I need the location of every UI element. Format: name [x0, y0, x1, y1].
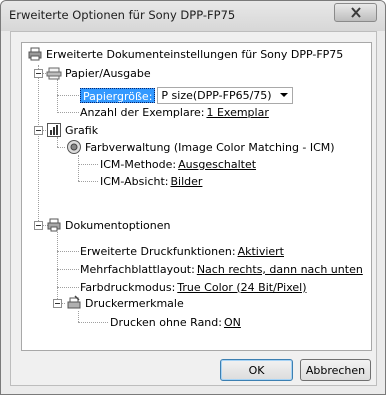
- collapse-toggle-document[interactable]: [34, 221, 43, 230]
- icm-intent-label: ICM-Absicht:: [100, 174, 169, 188]
- ok-button[interactable]: OK: [220, 359, 293, 381]
- tree-item-root[interactable]: Erweiterte Dokumenteinstellungen für Son…: [27, 46, 343, 62]
- color-mode-label: Farbdruckmodus:: [80, 280, 176, 294]
- tree-line: [57, 112, 79, 113]
- color-mode-value-link[interactable]: True Color (24 Bit/Pixel): [177, 281, 306, 294]
- tree-line: [38, 65, 39, 225]
- tree-item-printer-features[interactable]: Druckermerkmale: [66, 295, 184, 311]
- tree-item-paper-size[interactable]: Papiergröße: P size(DPP-FP65/75): [80, 86, 293, 104]
- tree-item-color-mode[interactable]: Farbdruckmodus: True Color (24 Bit/Pixel…: [80, 279, 307, 295]
- tree-line: [57, 251, 79, 252]
- paper-size-value: P size(DPP-FP65/75): [161, 88, 272, 102]
- title-bar[interactable]: Erweiterte Optionen für Sony DPP-FP75: [1, 1, 385, 31]
- paper-size-select[interactable]: P size(DPP-FP65/75): [157, 86, 293, 104]
- color-management-icon: [67, 140, 81, 154]
- advanced-features-value-link[interactable]: Aktiviert: [238, 245, 284, 258]
- close-button[interactable]: [334, 3, 377, 22]
- window-title: Erweiterte Optionen für Sony DPP-FP75: [9, 8, 236, 22]
- cancel-button[interactable]: Abbrechen: [300, 359, 371, 381]
- paper-size-label: Papiergröße:: [80, 87, 156, 103]
- icm-method-label: ICM-Methode:: [100, 157, 177, 171]
- collapse-toggle-paper[interactable]: [34, 69, 43, 78]
- copies-value-link[interactable]: 1 Exemplar: [206, 106, 268, 119]
- tree-line: [78, 181, 98, 182]
- tree-item-icm-intent[interactable]: ICM-Absicht: Bilder: [100, 173, 202, 189]
- tree-item-color-management[interactable]: Farbverwaltung (Image Color Matching - I…: [66, 139, 335, 155]
- tree-item-paper-output[interactable]: Papier/Ausgabe: [46, 65, 151, 81]
- options-tree[interactable]: Erweiterte Dokumenteinstellungen für Son…: [21, 42, 372, 351]
- icm-method-value-link[interactable]: Ausgeschaltet: [178, 158, 256, 171]
- tree-line: [57, 232, 58, 287]
- borderless-label: Drucken ohne Rand:: [110, 315, 222, 329]
- tree-line: [57, 95, 79, 96]
- tree-item-advanced-features[interactable]: Erweiterte Druckfunktionen: Aktiviert: [80, 243, 284, 259]
- chevron-down-icon: [279, 93, 288, 97]
- tree-line: [57, 137, 58, 147]
- dialog-client-area: Erweiterte Dokumenteinstellungen für Son…: [10, 31, 377, 386]
- tree-item-label: Grafik: [65, 123, 99, 137]
- tree-item-label: Druckermerkmale: [85, 296, 184, 310]
- tree-item-label: Dokumentoptionen: [65, 218, 171, 232]
- dialog-window: Erweiterte Optionen für Sony DPP-FP75 Er…: [0, 0, 386, 395]
- close-icon: [351, 7, 361, 18]
- tree-item-copies[interactable]: Anzahl der Exemplare: 1 Exemplar: [80, 104, 269, 120]
- icm-intent-value-link[interactable]: Bilder: [170, 175, 202, 188]
- tree-item-label: Erweiterte Dokumenteinstellungen für Son…: [46, 47, 344, 61]
- tree-item-multipage-layout[interactable]: Mehrfachblattlayout: Nach rechts, dann n…: [80, 261, 363, 277]
- advanced-features-label: Erweiterte Druckfunktionen:: [80, 244, 236, 258]
- tree-item-label: Farbverwaltung (Image Color Matching - I…: [85, 140, 335, 154]
- paper-icon: [46, 67, 62, 80]
- tree-item-borderless[interactable]: Drucken ohne Rand: ON: [110, 314, 241, 330]
- tree-line: [78, 311, 79, 322]
- document-options-icon: [47, 218, 61, 232]
- borderless-value-link[interactable]: ON: [224, 316, 241, 329]
- tree-line: [57, 79, 58, 113]
- graphics-icon: [47, 123, 61, 137]
- tree-item-graphics[interactable]: Grafik: [46, 122, 98, 138]
- tree-line: [57, 287, 79, 288]
- tree-line: [57, 147, 65, 148]
- printer-settings-icon: [28, 47, 42, 61]
- printer-features-icon: [67, 295, 81, 309]
- tree-item-label: Papier/Ausgabe: [65, 66, 151, 80]
- multipage-layout-label: Mehrfachblattlayout:: [80, 262, 195, 276]
- multipage-layout-value-link[interactable]: Nach rechts, dann nach unten: [197, 263, 363, 276]
- tree-item-document-options[interactable]: Dokumentoptionen: [46, 217, 171, 233]
- copies-label: Anzahl der Exemplare:: [80, 105, 205, 119]
- tree-line: [78, 164, 98, 165]
- collapse-toggle-graphics[interactable]: [34, 126, 43, 135]
- tree-line: [78, 155, 79, 181]
- tree-line: [57, 269, 79, 270]
- tree-item-icm-method[interactable]: ICM-Methode: Ausgeschaltet: [100, 156, 256, 172]
- tree-line: [78, 322, 108, 323]
- collapse-toggle-printer-features[interactable]: [53, 299, 62, 308]
